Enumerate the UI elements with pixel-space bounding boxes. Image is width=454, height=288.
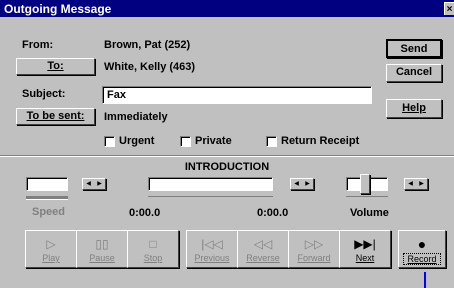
- pause-icon: ▯▯: [95, 237, 109, 251]
- record-label: Record: [403, 253, 441, 265]
- urgent-box[interactable]: [104, 135, 115, 147]
- speed-spinner[interactable]: ◀ ▶: [82, 178, 106, 190]
- next-label: Next: [355, 253, 375, 263]
- window-title: Outgoing Message: [4, 2, 112, 16]
- previous-icon: |◁◁: [201, 237, 223, 251]
- pause-label: Pause: [89, 253, 115, 263]
- volume-left-arrow-icon[interactable]: ◀: [405, 179, 416, 189]
- send-button[interactable]: Send: [386, 39, 442, 58]
- volume-scale: [346, 196, 388, 197]
- forward-button: ▷▷ Forward: [288, 230, 340, 268]
- speed-display: [26, 177, 68, 191]
- stop-label: Stop: [143, 253, 163, 263]
- return-receipt-label: Return Receipt: [281, 135, 360, 147]
- subject-input[interactable]: Fax: [102, 86, 372, 104]
- urgent-label: Urgent: [119, 135, 155, 147]
- play-icon: ▷: [46, 237, 56, 251]
- position-spinner[interactable]: ◀ ▶: [290, 178, 314, 190]
- close-icon: ×: [446, 4, 453, 15]
- cancel-button[interactable]: Cancel: [386, 64, 442, 82]
- length-time: 0:00.0: [257, 207, 289, 219]
- return-receipt-checkbox[interactable]: Return Receipt: [266, 135, 359, 147]
- private-label: Private: [195, 135, 232, 147]
- speed-level-bar: [26, 196, 68, 200]
- close-button[interactable]: ×: [444, 2, 454, 15]
- reverse-button: ◁◁ Reverse: [237, 230, 289, 268]
- next-icon: ▶▶|: [354, 237, 376, 251]
- mouse-cursor-icon: [424, 272, 426, 288]
- from-value: Brown, Pat (252): [104, 39, 191, 51]
- position-right-arrow-icon[interactable]: ▶: [302, 179, 313, 189]
- volume-right-arrow-icon[interactable]: ▶: [416, 179, 427, 189]
- position-left-arrow-icon[interactable]: ◀: [291, 179, 302, 189]
- volume-spinner[interactable]: ◀ ▶: [404, 178, 428, 190]
- recorder-title: INTRODUCTION: [184, 161, 270, 173]
- private-checkbox[interactable]: Private: [180, 135, 232, 147]
- stop-button: □ Stop: [127, 230, 179, 268]
- volume-label: Volume: [350, 207, 389, 219]
- speed-left-arrow-icon[interactable]: ◀: [83, 179, 94, 189]
- position-scale: [148, 196, 273, 197]
- send-time-value: Immediately: [104, 111, 168, 123]
- urgent-checkbox[interactable]: Urgent: [104, 135, 154, 147]
- play-label: Play: [42, 253, 60, 263]
- record-button[interactable]: ● Record: [398, 230, 446, 268]
- to-value: White, Kelly (463): [104, 61, 196, 73]
- speed-right-arrow-icon[interactable]: ▶: [94, 179, 105, 189]
- separator-highlight: [0, 156, 454, 157]
- to-be-sent-button[interactable]: To be sent:: [16, 108, 95, 125]
- private-box[interactable]: [180, 135, 191, 147]
- title-bar: Outgoing Message: [0, 0, 454, 17]
- next-button[interactable]: ▶▶| Next: [339, 230, 391, 268]
- previous-label: Previous: [194, 253, 230, 263]
- subject-label: Subject:: [22, 88, 66, 100]
- reverse-label: Reverse: [246, 253, 280, 263]
- help-button[interactable]: Help: [386, 99, 442, 118]
- speed-label: Speed: [32, 206, 66, 218]
- previous-button: |◁◁ Previous: [186, 230, 238, 268]
- pause-button: ▯▯ Pause: [76, 230, 128, 268]
- subject-text: Fax: [107, 89, 126, 101]
- record-icon: ●: [417, 236, 427, 252]
- play-button: ▷ Play: [25, 230, 77, 268]
- reverse-icon: ◁◁: [253, 237, 273, 251]
- stop-icon: □: [149, 237, 157, 251]
- forward-icon: ▷▷: [304, 237, 324, 251]
- position-track[interactable]: [148, 177, 273, 191]
- position-time: 0:00.0: [129, 207, 161, 219]
- volume-slider-thumb[interactable]: [360, 174, 371, 194]
- to-button[interactable]: To:: [16, 58, 95, 75]
- forward-label: Forward: [297, 253, 331, 263]
- from-label: From:: [22, 39, 54, 51]
- return-receipt-box[interactable]: [266, 135, 277, 147]
